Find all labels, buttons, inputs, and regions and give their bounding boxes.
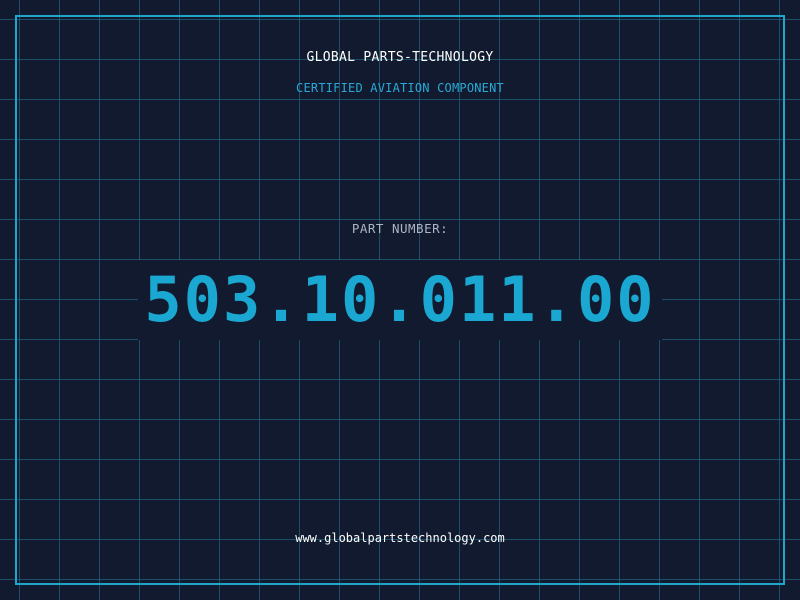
part-number-label: PART NUMBER: (351, 221, 449, 236)
certification-subtitle: CERTIFIED AVIATION COMPONENT (296, 81, 504, 95)
part-number-value: 503.10.011.00 (138, 260, 662, 340)
company-name: GLOBAL PARTS-TECHNOLOGY (306, 50, 494, 65)
part-number-container: 503.10.011.00 (0, 260, 800, 340)
part-label-card: GLOBAL PARTS-TECHNOLOGY CERTIFIED AVIATI… (0, 0, 800, 600)
website-url: www.globalpartstechnology.com (295, 531, 505, 545)
